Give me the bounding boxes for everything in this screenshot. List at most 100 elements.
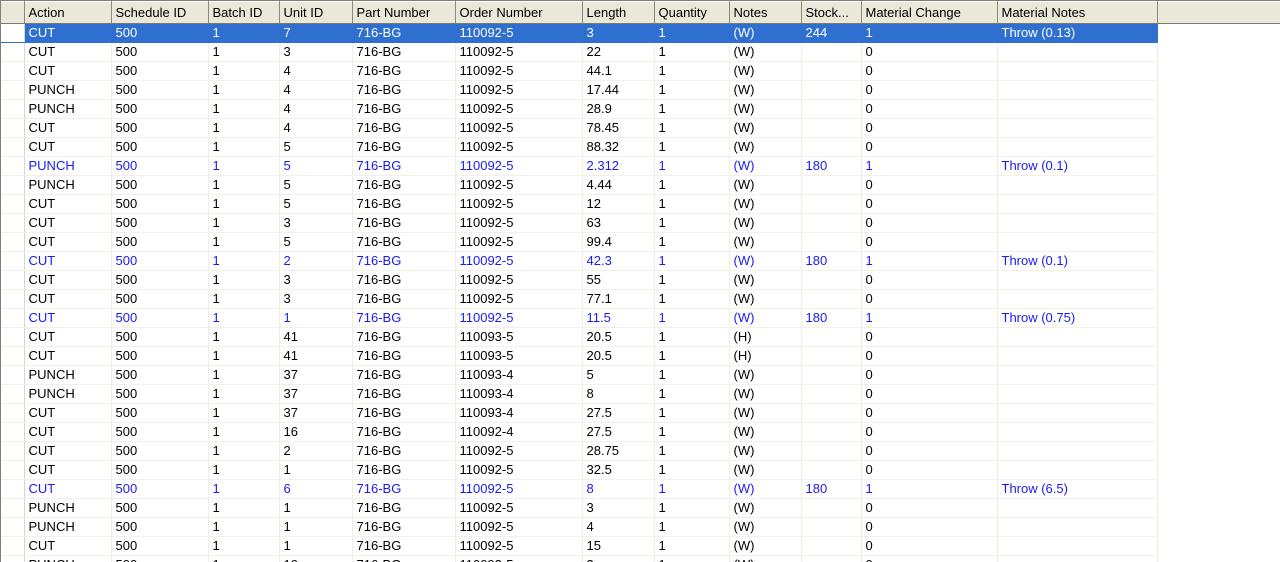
cell-schedule_id[interactable]: 500	[111, 536, 209, 556]
cell-batch_id[interactable]: 1	[208, 80, 280, 100]
cell-material_notes[interactable]	[997, 365, 1158, 385]
cell-stock[interactable]	[801, 42, 862, 62]
cell-order_number[interactable]: 110092-5	[455, 137, 583, 157]
cell-action[interactable]: CUT	[24, 251, 112, 271]
cell-batch_id[interactable]: 1	[208, 23, 280, 43]
cell-batch_id[interactable]: 1	[208, 61, 280, 81]
cell-notes[interactable]: (W)	[729, 251, 802, 271]
table-row[interactable]: CUT 500 1 2 716-BG 110092-5 28.75 1 (W) 0	[1, 441, 1280, 461]
cell-schedule_id[interactable]: 500	[111, 289, 209, 309]
cell-schedule_id[interactable]: 500	[111, 23, 209, 43]
table-row[interactable]: CUT 500 1 3 716-BG 110092-5 77.1 1 (W) 0	[1, 289, 1280, 309]
cell-material_notes[interactable]	[997, 61, 1158, 81]
row-selector-cell[interactable]	[1, 327, 25, 347]
cell-notes[interactable]: (W)	[729, 80, 802, 100]
cell-quantity[interactable]: 1	[654, 517, 730, 537]
row-selector-cell[interactable]	[1, 346, 25, 366]
cell-quantity[interactable]: 1	[654, 365, 730, 385]
table-row[interactable]: CUT 500 1 3 716-BG 110092-5 63 1 (W) 0	[1, 213, 1280, 233]
row-selector-cell[interactable]	[1, 365, 25, 385]
row-selector-cell[interactable]	[1, 42, 25, 62]
cell-notes[interactable]: (W)	[729, 422, 802, 442]
cell-action[interactable]: CUT	[24, 308, 112, 328]
cell-length[interactable]: 22	[582, 42, 655, 62]
cell-part_number[interactable]: 716-BG	[352, 42, 456, 62]
cell-material_notes[interactable]	[997, 422, 1158, 442]
cell-material_notes[interactable]	[997, 270, 1158, 290]
cell-notes[interactable]: (W)	[729, 498, 802, 518]
cell-batch_id[interactable]: 1	[208, 346, 280, 366]
cell-length[interactable]: 8	[582, 384, 655, 404]
row-selector-cell[interactable]	[1, 289, 25, 309]
cell-stock[interactable]	[801, 289, 862, 309]
cell-material_notes[interactable]	[997, 213, 1158, 233]
cell-schedule_id[interactable]: 500	[111, 175, 209, 195]
row-selector-cell[interactable]	[1, 517, 25, 537]
cell-material_notes[interactable]	[997, 118, 1158, 138]
cell-notes[interactable]: (W)	[729, 479, 802, 499]
cell-length[interactable]: 42.3	[582, 251, 655, 271]
cell-quantity[interactable]: 1	[654, 213, 730, 233]
column-header-schedule_id[interactable]: Schedule ID	[111, 1, 209, 24]
cell-order_number[interactable]: 110092-5	[455, 23, 583, 43]
cell-stock[interactable]	[801, 175, 862, 195]
cell-material_change[interactable]: 1	[861, 479, 998, 499]
cell-batch_id[interactable]: 1	[208, 460, 280, 480]
cell-order_number[interactable]: 110092-5	[455, 80, 583, 100]
cell-batch_id[interactable]: 1	[208, 498, 280, 518]
cell-stock[interactable]: 180	[801, 156, 862, 176]
cell-order_number[interactable]: 110092-4	[455, 422, 583, 442]
table-row[interactable]: PUNCH 500 1 1 716-BG 110092-5 4 1 (W) 0	[1, 517, 1280, 537]
cell-length[interactable]: 12	[582, 194, 655, 214]
cell-notes[interactable]: (W)	[729, 61, 802, 81]
cell-action[interactable]: CUT	[24, 23, 112, 43]
table-row[interactable]: CUT 500 1 7 716-BG 110092-5 3 1 (W) 244 1 Throw (0.…	[1, 23, 1280, 43]
cell-material_notes[interactable]	[997, 327, 1158, 347]
cell-batch_id[interactable]: 1	[208, 289, 280, 309]
cell-quantity[interactable]: 1	[654, 498, 730, 518]
cell-stock[interactable]	[801, 213, 862, 233]
cell-notes[interactable]: (H)	[729, 346, 802, 366]
cell-notes[interactable]: (W)	[729, 517, 802, 537]
cell-material_change[interactable]: 1	[861, 156, 998, 176]
cell-schedule_id[interactable]: 500	[111, 194, 209, 214]
cell-unit_id[interactable]: 37	[279, 403, 353, 423]
cell-unit_id[interactable]: 6	[279, 479, 353, 499]
cell-material_notes[interactable]	[997, 289, 1158, 309]
cell-part_number[interactable]: 716-BG	[352, 194, 456, 214]
table-row[interactable]: CUT 500 1 1 716-BG 110092-5 11.5 1 (W) 180 1 Throw …	[1, 308, 1280, 328]
row-selector-cell[interactable]	[1, 536, 25, 556]
cell-notes[interactable]: (W)	[729, 194, 802, 214]
cell-notes[interactable]: (W)	[729, 555, 802, 562]
cell-quantity[interactable]: 1	[654, 23, 730, 43]
cell-quantity[interactable]: 1	[654, 251, 730, 271]
row-selector-header[interactable]	[1, 1, 25, 24]
cell-notes[interactable]: (W)	[729, 441, 802, 461]
cell-action[interactable]: CUT	[24, 137, 112, 157]
cell-quantity[interactable]: 1	[654, 61, 730, 81]
cell-unit_id[interactable]: 1	[279, 460, 353, 480]
cell-length[interactable]: 20.5	[582, 327, 655, 347]
cell-quantity[interactable]: 1	[654, 42, 730, 62]
cell-schedule_id[interactable]: 500	[111, 80, 209, 100]
cell-material_notes[interactable]	[997, 555, 1158, 562]
cell-quantity[interactable]: 1	[654, 289, 730, 309]
cell-stock[interactable]: 180	[801, 479, 862, 499]
cell-notes[interactable]: (W)	[729, 99, 802, 119]
cell-unit_id[interactable]: 37	[279, 365, 353, 385]
cell-part_number[interactable]: 716-BG	[352, 270, 456, 290]
cell-stock[interactable]	[801, 61, 862, 81]
cell-quantity[interactable]: 1	[654, 80, 730, 100]
cell-length[interactable]: 88.32	[582, 137, 655, 157]
cell-material_change[interactable]: 0	[861, 346, 998, 366]
table-body[interactable]: CUT 500 1 7 716-BG 110092-5 3 1 (W) 244 1 Throw (0.…	[1, 23, 1280, 562]
cell-material_notes[interactable]	[997, 42, 1158, 62]
cell-order_number[interactable]: 110092-5	[455, 175, 583, 195]
cell-action[interactable]: CUT	[24, 194, 112, 214]
cell-material_notes[interactable]	[997, 498, 1158, 518]
cell-quantity[interactable]: 1	[654, 99, 730, 119]
cell-quantity[interactable]: 1	[654, 441, 730, 461]
cell-part_number[interactable]: 716-BG	[352, 441, 456, 461]
cell-stock[interactable]	[801, 194, 862, 214]
cell-material_change[interactable]: 0	[861, 289, 998, 309]
